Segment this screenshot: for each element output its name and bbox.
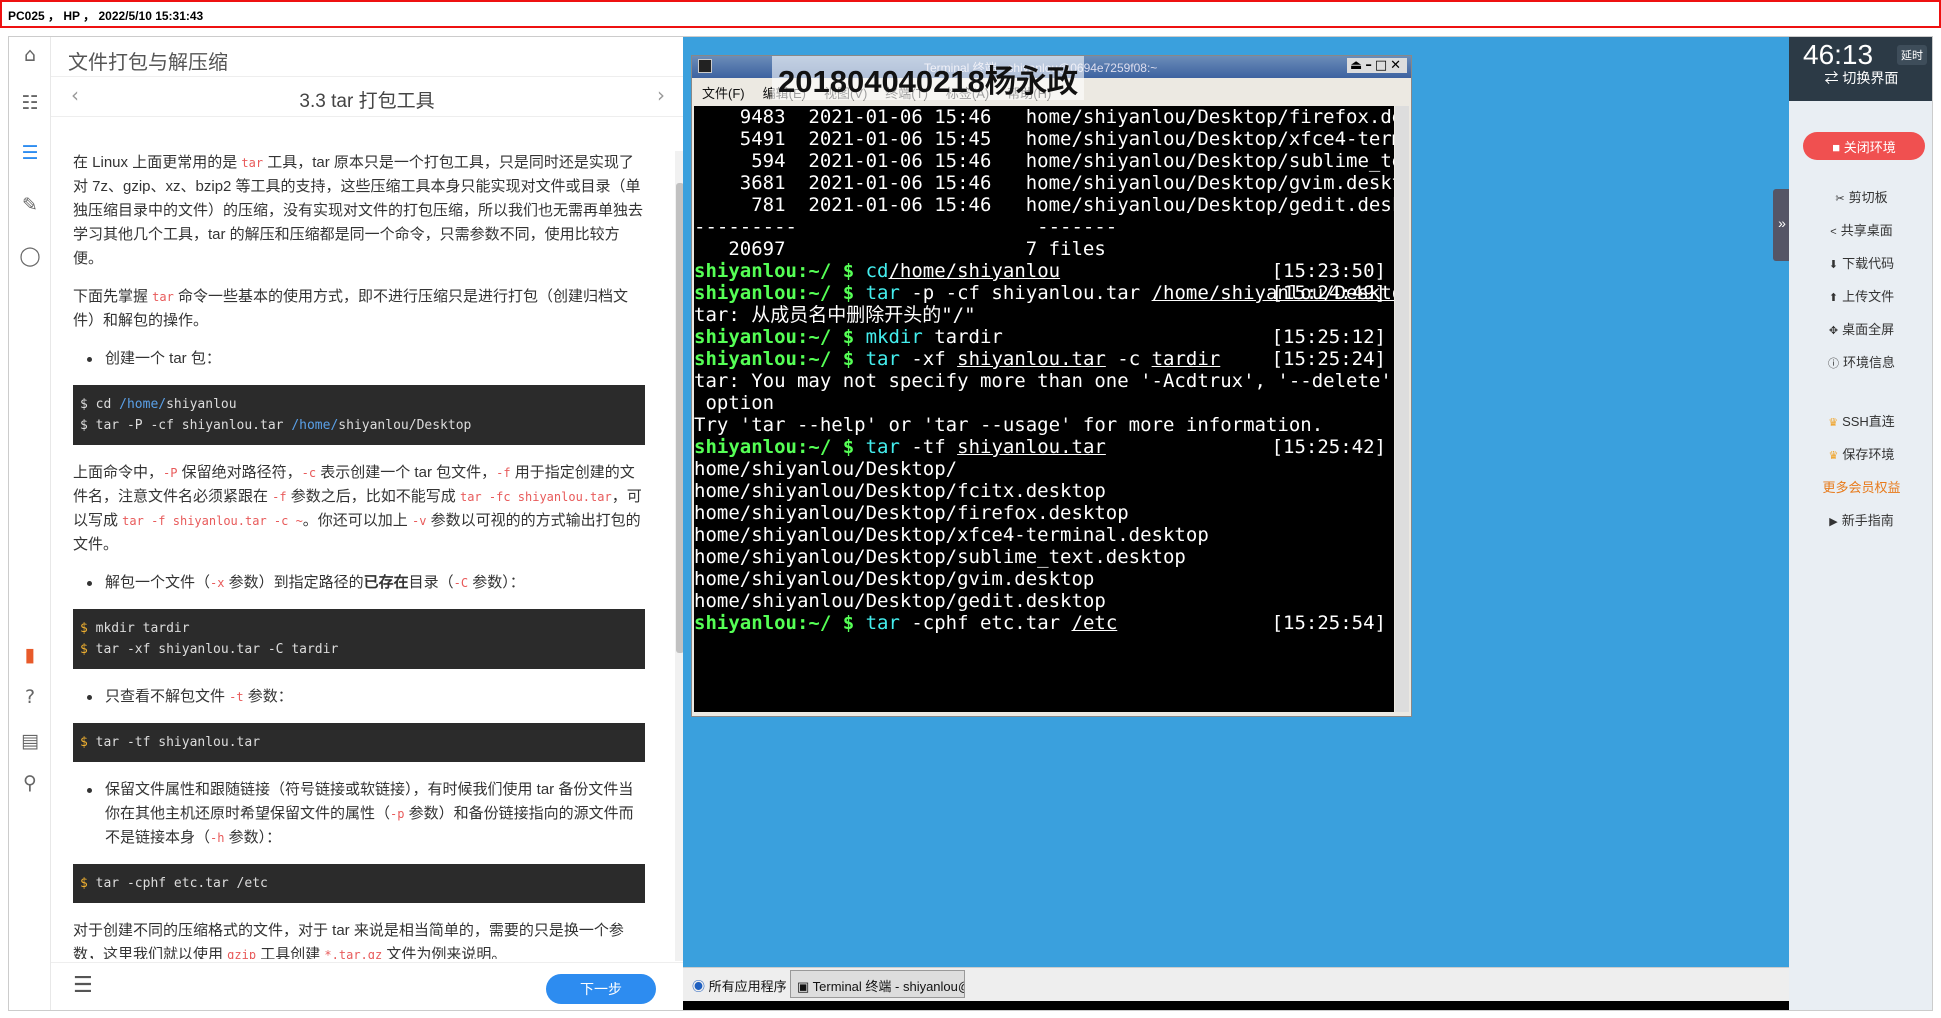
code-block[interactable]: $ mkdir tardir $ tar -xf shiyanlou.tar -… bbox=[73, 609, 645, 669]
upload-icon: ⬆ bbox=[1828, 292, 1839, 304]
doc-content: 在 Linux 上面更常用的是 tar 工具，tar 原本只是一个打包工具，只是… bbox=[73, 151, 645, 959]
pin-icon[interactable]: ⚲ bbox=[18, 771, 42, 795]
terminal-line: home/shiyanlou/Desktop/sublime_text.desk… bbox=[694, 546, 1186, 568]
edit-icon[interactable]: ✎ bbox=[18, 193, 42, 217]
window-controls[interactable]: ⏏–□✕ bbox=[1347, 58, 1407, 73]
guide-button[interactable]: ▶ 新手指南 bbox=[1789, 510, 1932, 529]
monitor-info-bar: PC025 ， HP ， 2022/5/10 15:31:43 bbox=[0, 0, 1941, 28]
terminal-line: tar: 从成员名中删除开头的"/" bbox=[694, 304, 976, 326]
terminal-line: Try 'tar --help' or 'tar --usage' for mo… bbox=[694, 414, 1324, 436]
section-title: 3.3 tar 打包工具 bbox=[299, 91, 435, 112]
terminal-line: shiyanlou:~/ $ tar -p -cf shiyanlou.tar … bbox=[694, 282, 1394, 304]
clipboard-button[interactable]: ✂ 剪切板 bbox=[1789, 187, 1932, 206]
terminal-scrollbar[interactable] bbox=[1395, 106, 1409, 712]
doc-footer: ☰ 下一步 bbox=[51, 962, 683, 1010]
timer: 46:13 bbox=[1803, 39, 1874, 70]
terminal-line: shiyanlou:~/ $ tar -xf shiyanlou.tar -c … bbox=[694, 348, 1386, 370]
terminal-line: 594 2021-01-06 15:46 home/shiyanlou/Desk… bbox=[751, 150, 1394, 172]
terminal-icon bbox=[698, 59, 712, 73]
extend-time-button[interactable]: 延时 bbox=[1897, 45, 1927, 65]
download-icon: ⬇ bbox=[1828, 259, 1839, 271]
crown-icon: ♛ bbox=[1828, 450, 1839, 462]
scissors-icon: ✂ bbox=[1835, 193, 1845, 205]
terminal-line: shiyanlou:~/ $ tar -tf shiyanlou.tar [15:… bbox=[694, 436, 1386, 458]
taskbar-terminal-item[interactable]: ▣ Terminal 终端 - shiyanlou@··· bbox=[790, 970, 965, 998]
fullscreen-icon: ✥ bbox=[1828, 325, 1839, 337]
desktop-bottom-edge bbox=[683, 1001, 1789, 1010]
terminal-line: 20697 7 files bbox=[694, 238, 1106, 260]
info-icon: ⓘ bbox=[1827, 358, 1839, 370]
doc-panel: 文件打包与解压缩 ‹ 3.3 tar 打包工具 › 在 Linux 上面更常用的… bbox=[51, 37, 685, 1010]
list-item: 创建一个 tar 包： bbox=[73, 347, 645, 371]
terminal-line: 3681 2021-01-06 15:46 home/shiyanlou/Des… bbox=[694, 172, 1394, 194]
remote-desktop[interactable]: Terminal 终端 - shiyanlou@0694e7259f08:~ ⏏… bbox=[683, 37, 1789, 1010]
timer-box: 46:13 延时 ⇄ 切换界面 bbox=[1789, 37, 1932, 101]
paragraph: 上面命令中，-P 保留绝对路径符，-c 表示创建一个 tar 包文件，-f 用于… bbox=[73, 464, 642, 553]
switch-view-button[interactable]: ⇄ 切换界面 bbox=[1789, 68, 1932, 88]
left-nav: ⌂ ☷ ☰ ✎ ◯ ▮ ? ▤ ⚲ bbox=[9, 37, 51, 1010]
code-block[interactable]: $ tar -cphf etc.tar /etc bbox=[73, 864, 645, 903]
ssh-button[interactable]: ♛ SSH直连 bbox=[1789, 411, 1932, 430]
terminal-line: home/shiyanlou/Desktop/gvim.desktop bbox=[694, 568, 1095, 590]
list-icon[interactable]: ☰ bbox=[18, 141, 42, 165]
terminal-line: home/shiyanlou/Desktop/ bbox=[694, 458, 958, 480]
upload-file-button[interactable]: ⬆ 上传文件 bbox=[1789, 286, 1932, 305]
fullscreen-button[interactable]: ✥ 桌面全屏 bbox=[1789, 319, 1932, 338]
browser-page: ⌂ ☷ ☰ ✎ ◯ ▮ ? ▤ ⚲ 文件打包与解压缩 ‹ 3.3 tar 打包工… bbox=[8, 36, 1933, 1011]
list-item: 只查看不解包文件 -t 参数： bbox=[73, 685, 645, 709]
more-vip-link[interactable]: 更多会员权益 bbox=[1789, 477, 1932, 496]
code-block[interactable]: $ cd /home/shiyanlou $ tar -P -cf shiyan… bbox=[73, 385, 645, 445]
terminal-line: home/shiyanlou/Desktop/gedit.desktop bbox=[694, 590, 1106, 612]
terminal-line: 781 2021-01-06 15:46 home/shiyanlou/Desk… bbox=[694, 194, 1394, 216]
stats-icon[interactable]: ▮ bbox=[18, 643, 42, 667]
taskbar: ◉ 所有应用程序 ▣ Terminal 终端 - shiyanlou@··· bbox=[683, 967, 1789, 1001]
terminal-line: 9483 2021-01-06 15:46 home/shiyanlou/Des… bbox=[694, 106, 1394, 128]
paragraph: 对于创建不同的压缩格式的文件，对于 tar 来说是相当简单的，需要的只是换一个参… bbox=[73, 922, 624, 959]
terminal-line: home/shiyanlou/Desktop/xfce4-terminal.de… bbox=[694, 524, 1209, 546]
code-block[interactable]: $ tar -tf shiyanlou.tar bbox=[73, 723, 645, 762]
terminal-window[interactable]: Terminal 终端 - shiyanlou@0694e7259f08:~ ⏏… bbox=[691, 55, 1412, 717]
share-icon: < bbox=[1830, 226, 1837, 238]
video-icon: ▶ bbox=[1829, 516, 1838, 528]
course-title: 文件打包与解压缩 bbox=[51, 37, 683, 77]
save-env-button[interactable]: ♛ 保存环境 bbox=[1789, 444, 1932, 463]
terminal-line: 5491 2021-01-06 15:45 home/shiyanlou/Des… bbox=[739, 128, 1394, 150]
list-item: 解包一个文件（-x 参数）到指定路径的已存在目录（-C 参数）： bbox=[73, 571, 645, 595]
catalog-icon[interactable]: ☷ bbox=[18, 91, 42, 115]
list-item: 保留文件属性和跟随链接（符号链接或软链接），有时候我们使用 tar 备份文件当你… bbox=[73, 778, 645, 850]
watermark: 201804040218杨永政 bbox=[772, 56, 1084, 100]
terminal-line: shiyanlou:~/ $ mkdir tardir [15:25:12] bbox=[694, 326, 1386, 348]
paragraph: 在 Linux 上面更常用的是 tar 工具，tar 原本只是一个打包工具，只是… bbox=[73, 154, 644, 267]
paragraph: 下面先掌握 tar 命令一些基本的使用方式，即不进行压缩只是进行打包（创建归档文… bbox=[73, 288, 629, 329]
terminal-screen[interactable]: 9483 2021-01-06 15:46 home/shiyanlou/Des… bbox=[694, 106, 1394, 712]
terminal-line: --------- ------- bbox=[694, 216, 1118, 238]
terminal-line: home/shiyanlou/Desktop/fcitx.desktop bbox=[694, 480, 1106, 502]
apps-icon: ◉ bbox=[692, 979, 706, 994]
comment-icon[interactable]: ◯ bbox=[18, 244, 42, 268]
env-info-button[interactable]: ⓘ 环境信息 bbox=[1789, 352, 1932, 371]
report-icon[interactable]: ▤ bbox=[18, 729, 42, 753]
prev-section-icon[interactable]: ‹ bbox=[71, 83, 79, 107]
home-icon[interactable]: ⌂ bbox=[18, 43, 42, 67]
next-section-icon[interactable]: › bbox=[657, 83, 665, 107]
terminal-menu-item[interactable]: 文件(F) bbox=[702, 86, 745, 101]
terminal-line: home/shiyanlou/Desktop/firefox.desktop bbox=[694, 502, 1129, 524]
terminal-line: option bbox=[694, 392, 775, 414]
menu-list-icon[interactable]: ☰ bbox=[73, 973, 93, 998]
download-code-button[interactable]: ⬇ 下载代码 bbox=[1789, 253, 1932, 272]
terminal-line: shiyanlou:~/ $ cd/home/shiyanlou [15:23:5… bbox=[694, 260, 1386, 282]
close-environment-button[interactable]: ■ 关闭环境 bbox=[1803, 132, 1925, 160]
next-step-button[interactable]: 下一步 bbox=[546, 974, 656, 1004]
section-bar: ‹ 3.3 tar 打包工具 › bbox=[51, 77, 683, 117]
help-icon[interactable]: ? bbox=[18, 685, 42, 709]
right-tool-panel: 46:13 延时 ⇄ 切换界面 ■ 关闭环境 ✂ 剪切板 < 共享桌面 ⬇ 下载代码 … bbox=[1789, 37, 1932, 1010]
share-desktop-button[interactable]: < 共享桌面 bbox=[1789, 220, 1932, 239]
terminal-line: tar: You may not specify more than one '… bbox=[694, 370, 1392, 392]
crown-icon: ♛ bbox=[1828, 417, 1839, 429]
terminal-line: shiyanlou:~/ $ tar -cphf etc.tar /etc [15… bbox=[694, 612, 1386, 634]
applications-menu-button[interactable]: ◉ 所有应用程序 bbox=[689, 973, 790, 998]
